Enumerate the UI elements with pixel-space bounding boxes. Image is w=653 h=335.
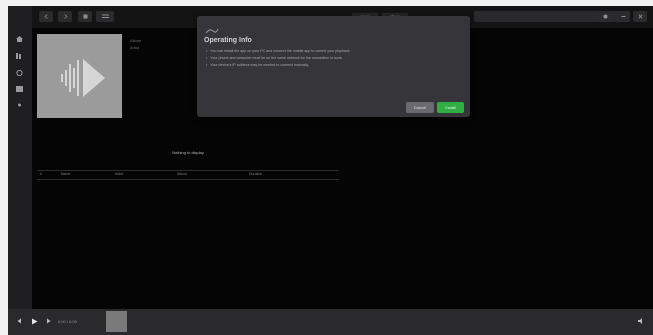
column-name[interactable]: Name	[61, 172, 70, 176]
menu-icon	[101, 14, 109, 18]
volume-button[interactable]	[638, 318, 645, 324]
skip-forward-icon	[47, 318, 51, 324]
view-toggle-button[interactable]	[78, 11, 92, 22]
album-title: Album	[130, 38, 142, 43]
minimize-button[interactable]	[616, 11, 630, 22]
chevron-right-icon	[63, 14, 68, 19]
settings-icon[interactable]	[15, 102, 23, 108]
left-nav-rail	[8, 6, 32, 309]
menu-button[interactable]	[96, 11, 114, 22]
forward-button[interactable]	[58, 11, 72, 22]
column-number[interactable]: #	[40, 172, 42, 176]
account-button[interactable]	[598, 11, 612, 22]
close-icon	[638, 14, 642, 19]
back-button[interactable]	[39, 11, 53, 22]
album-artist: Artist	[130, 45, 140, 50]
previous-button[interactable]	[16, 318, 22, 324]
volume-icon	[638, 318, 642, 324]
album-placeholder-icon	[61, 59, 105, 97]
install-button[interactable]: Install	[437, 102, 464, 113]
album-cover	[37, 34, 122, 118]
now-playing-cover[interactable]	[106, 311, 127, 332]
cancel-button[interactable]: Cancel	[406, 102, 434, 113]
radio-icon[interactable]	[15, 70, 23, 76]
column-duration[interactable]: Duration	[249, 172, 262, 176]
column-album[interactable]: Album	[177, 172, 187, 176]
library-icon[interactable]	[15, 53, 23, 59]
home-icon[interactable]	[15, 36, 23, 42]
close-button[interactable]	[633, 11, 647, 22]
play-button[interactable]	[31, 318, 38, 325]
track-table-header: # Name Artist Album Duration	[37, 170, 339, 180]
dialog-info-item: Your device's IP address may be needed t…	[206, 63, 309, 67]
dialog-title: Operating Info	[204, 37, 252, 44]
chevron-left-icon	[43, 14, 48, 19]
user-icon	[603, 14, 607, 19]
app-window: Songs Albums Album Artist Nothing to dis…	[8, 6, 653, 335]
empty-list-message: Nothing to display	[172, 150, 204, 155]
minimize-icon	[621, 16, 625, 17]
playback-time: 0:00 / 0:00	[58, 319, 77, 324]
dialog-info-item: You can install the app on your PC and c…	[206, 49, 350, 53]
skip-back-icon	[17, 318, 21, 324]
grid-icon	[83, 14, 87, 19]
column-artist[interactable]: Artist	[115, 172, 123, 176]
operating-info-dialog: Operating Info You can install the app o…	[197, 16, 470, 117]
dialog-info-item: Your phone and computer must be on the s…	[206, 56, 343, 60]
next-button[interactable]	[46, 318, 52, 324]
play-icon	[32, 318, 38, 325]
player-bar: 0:00 / 0:00	[8, 309, 653, 335]
playlist-icon[interactable]	[15, 86, 23, 92]
